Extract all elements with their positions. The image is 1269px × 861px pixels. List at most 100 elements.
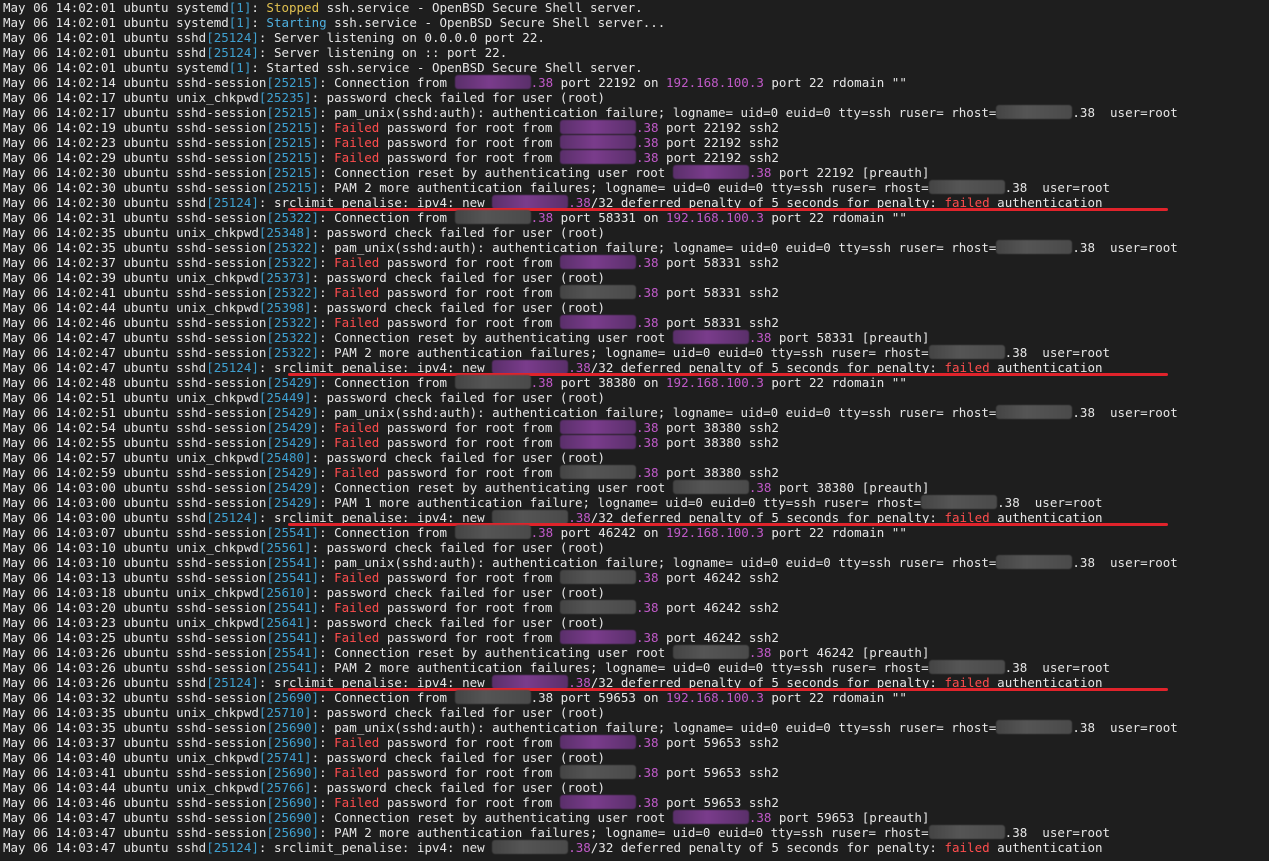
log-segment: .38	[568, 840, 591, 855]
log-segment: May 06 14:03:10 ubuntu sshd-session	[3, 555, 267, 570]
log-segment: .38	[635, 600, 659, 615]
log-segment: May 06 14:02:55 ubuntu sshd-session	[3, 435, 267, 450]
log-line: May 06 14:02:35 ubuntu unix_chkpwd[25348…	[3, 225, 1269, 240]
log-segment: May 06 14:02:47 ubuntu sshd-session	[3, 330, 267, 345]
redacted-ip-blur	[559, 150, 636, 164]
terminal-window[interactable]: May 06 14:02:01 ubuntu systemd[1]: Stopp…	[0, 0, 1269, 861]
log-segment: : PAM 2 more authentication failures; lo…	[319, 180, 929, 195]
log-segment: [25690]	[266, 735, 320, 750]
log-segment: 192.168.100.3	[666, 525, 764, 540]
log-segment: password for root from	[379, 255, 560, 270]
log-segment: : password check failed for user (root)	[311, 225, 606, 240]
redacted-ip-blur	[559, 420, 636, 434]
log-segment: May 06 14:02:44 ubuntu unix_chkpwd	[3, 300, 259, 315]
redacted-ip-blur	[559, 795, 636, 809]
log-segment: May 06 14:03:35 ubuntu sshd-session	[3, 720, 267, 735]
log-line: May 06 14:02:01 ubuntu sshd[25124]: Serv…	[3, 30, 1269, 45]
log-segment: port 22192 on	[553, 75, 667, 90]
log-line: May 06 14:02:57 ubuntu unix_chkpwd[25480…	[3, 450, 1269, 465]
log-segment: May 06 14:03:32 ubuntu sshd-session	[3, 690, 267, 705]
log-segment: 192.168.100.3	[666, 210, 764, 225]
log-segment: [25710]	[258, 705, 312, 720]
log-segment: :	[319, 465, 335, 480]
log-segment: password for root from	[379, 315, 560, 330]
log-segment: :	[319, 315, 335, 330]
log-line: May 06 14:02:48 ubuntu sshd-session[2542…	[3, 375, 1269, 390]
log-segment: port 38380 on	[553, 375, 667, 390]
redacted-ip-blur	[454, 375, 531, 389]
log-segment: May 06 14:03:47 ubuntu sshd-session	[3, 810, 267, 825]
log-segment: : Server listening on 0.0.0.0 port 22.	[258, 30, 545, 45]
log-segment: May 06 14:02:35 ubuntu unix_chkpwd	[3, 225, 259, 240]
log-segment: password for root from	[379, 765, 560, 780]
log-segment: .38	[635, 255, 659, 270]
log-segment: : pam_unix(sshd:auth): authentication fa…	[319, 105, 997, 120]
log-line: May 06 14:03:26 ubuntu sshd-session[2554…	[3, 660, 1269, 675]
log-segment: Failed	[334, 285, 380, 300]
log-segment: [25429]	[266, 420, 320, 435]
log-segment: [25690]	[266, 810, 320, 825]
log-segment: May 06 14:03:07 ubuntu sshd-session	[3, 525, 267, 540]
log-line: May 06 14:03:07 ubuntu sshd-session[2554…	[3, 525, 1269, 540]
log-segment: May 06 14:02:47 ubuntu sshd-session	[3, 345, 267, 360]
log-segment: [25124]	[206, 675, 259, 690]
log-line: May 06 14:02:44 ubuntu unix_chkpwd[25398…	[3, 300, 1269, 315]
log-line: May 06 14:02:01 ubuntu systemd[1]: Start…	[3, 15, 1269, 30]
log-segment: May 06 14:03:00 ubuntu sshd	[3, 510, 207, 525]
log-segment: : password check failed for user (root)	[311, 90, 606, 105]
log-segment: May 06 14:02:14 ubuntu sshd-session	[3, 75, 267, 90]
log-segment: [25429]	[266, 435, 320, 450]
log-segment: .38	[748, 330, 772, 345]
log-line: May 06 14:02:31 ubuntu sshd-session[2532…	[3, 210, 1269, 225]
log-segment: : Connection from	[319, 525, 455, 540]
log-line: May 06 14:03:10 ubuntu sshd-session[2554…	[3, 555, 1269, 570]
log-segment: : Connection reset by authenticating use…	[319, 330, 673, 345]
log-segment: : pam_unix(sshd:auth): authentication fa…	[319, 405, 997, 420]
log-segment: .38	[635, 435, 659, 450]
redacted-ip-blur	[559, 630, 636, 644]
log-segment: May 06 14:03:13 ubuntu sshd-session	[3, 570, 267, 585]
log-segment: .38	[748, 810, 772, 825]
log-segment: [25322]	[266, 255, 320, 270]
log-segment: May 06 14:02:57 ubuntu unix_chkpwd	[3, 450, 259, 465]
redacted-ip-blur	[492, 360, 569, 374]
log-line: May 06 14:03:26 ubuntu sshd-session[2554…	[3, 645, 1269, 660]
log-segment: Failed	[334, 570, 380, 585]
log-segment: : password check failed for user (root)	[311, 270, 606, 285]
log-segment: : Started ssh.service - OpenBSD Secure S…	[251, 60, 643, 75]
log-segment: password for root from	[379, 570, 560, 585]
log-output: May 06 14:02:01 ubuntu systemd[1]: Stopp…	[3, 0, 1269, 855]
log-line: May 06 14:02:19 ubuntu sshd-session[2521…	[3, 120, 1269, 135]
log-line: May 06 14:02:54 ubuntu sshd-session[2542…	[3, 420, 1269, 435]
log-segment: May 06 14:03:26 ubuntu sshd-session	[3, 645, 267, 660]
log-segment: :	[319, 150, 335, 165]
log-segment: May 06 14:03:26 ubuntu sshd	[3, 675, 207, 690]
log-segment: Failed	[334, 420, 380, 435]
log-segment: Failed	[334, 135, 380, 150]
log-segment: password for root from	[379, 135, 560, 150]
log-segment: May 06 14:02:23 ubuntu sshd-session	[3, 135, 267, 150]
log-segment: port 22 rdomain ""	[763, 210, 907, 225]
log-segment: [1]	[228, 0, 252, 15]
log-segment: May 06 14:03:41 ubuntu sshd-session	[3, 765, 267, 780]
log-segment: May 06 14:02:39 ubuntu unix_chkpwd	[3, 270, 259, 285]
log-segment: .38	[530, 690, 554, 705]
log-segment: port 38380 ssh2	[658, 465, 779, 480]
log-segment: :	[319, 630, 335, 645]
log-segment: [25480]	[258, 450, 312, 465]
log-segment: : PAM 2 more authentication failures; lo…	[319, 345, 929, 360]
log-segment: : Connection reset by authenticating use…	[319, 165, 673, 180]
log-segment: [25215]	[266, 150, 320, 165]
log-line: May 06 14:03:37 ubuntu sshd-session[2569…	[3, 735, 1269, 750]
redacted-ip-blur	[454, 525, 531, 539]
log-line: May 06 14:03:25 ubuntu sshd-session[2554…	[3, 630, 1269, 645]
log-segment: : Server listening on :: port 22.	[258, 45, 508, 60]
redacted-ip-blur	[996, 240, 1073, 254]
log-segment: [25690]	[266, 795, 320, 810]
redacted-ip-blur	[454, 690, 531, 704]
log-segment: May 06 14:02:35 ubuntu sshd-session	[3, 240, 267, 255]
log-segment: : pam_unix(sshd:auth): authentication fa…	[319, 720, 997, 735]
log-segment: : PAM 2 more authentication failures; lo…	[319, 825, 929, 840]
log-segment: [25766]	[258, 780, 312, 795]
log-line: May 06 14:03:41 ubuntu sshd-session[2569…	[3, 765, 1269, 780]
